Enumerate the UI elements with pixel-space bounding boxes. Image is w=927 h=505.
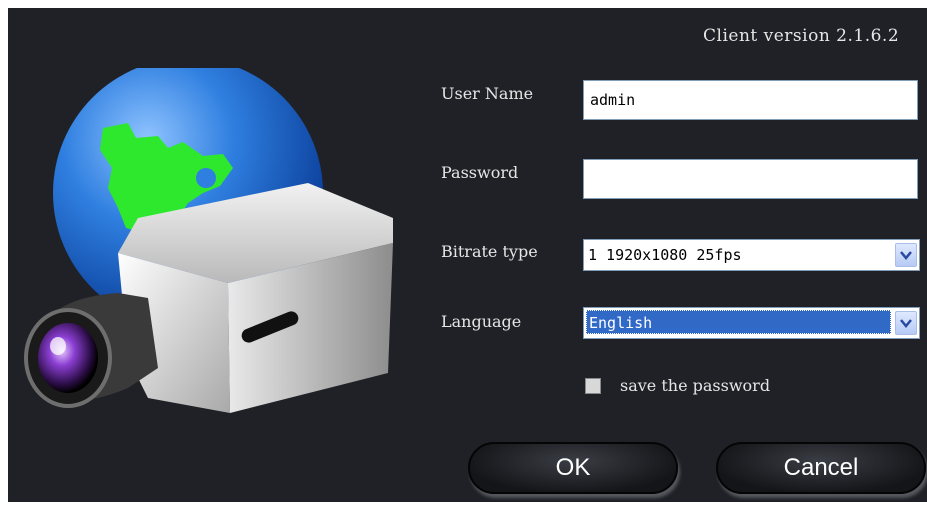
chevron-down-icon[interactable] <box>895 243 917 267</box>
cancel-button[interactable]: Cancel <box>716 442 926 494</box>
bitrate-value: 1 1920x1080 25fps <box>588 246 742 264</box>
save-password-checkbox[interactable] <box>585 378 601 394</box>
login-dialog: Client version 2.1.6.2 User Name Passwor… <box>8 8 927 502</box>
ok-button[interactable]: OK <box>468 442 678 494</box>
bitrate-select[interactable]: 1 1920x1080 25fps <box>583 239 920 271</box>
camera-globe-icon <box>24 68 393 413</box>
language-value: English <box>586 310 891 334</box>
client-version-label: Client version 2.1.6.2 <box>703 26 900 46</box>
password-input[interactable] <box>583 159 918 199</box>
password-label: Password <box>441 163 519 182</box>
username-label: User Name <box>441 84 534 103</box>
chevron-down-icon[interactable] <box>895 311 917 335</box>
bitrate-label: Bitrate type <box>441 242 538 261</box>
username-input[interactable] <box>583 80 918 120</box>
save-password-label: save the password <box>620 376 771 395</box>
language-label: Language <box>441 312 522 331</box>
language-select[interactable]: English <box>583 307 920 339</box>
